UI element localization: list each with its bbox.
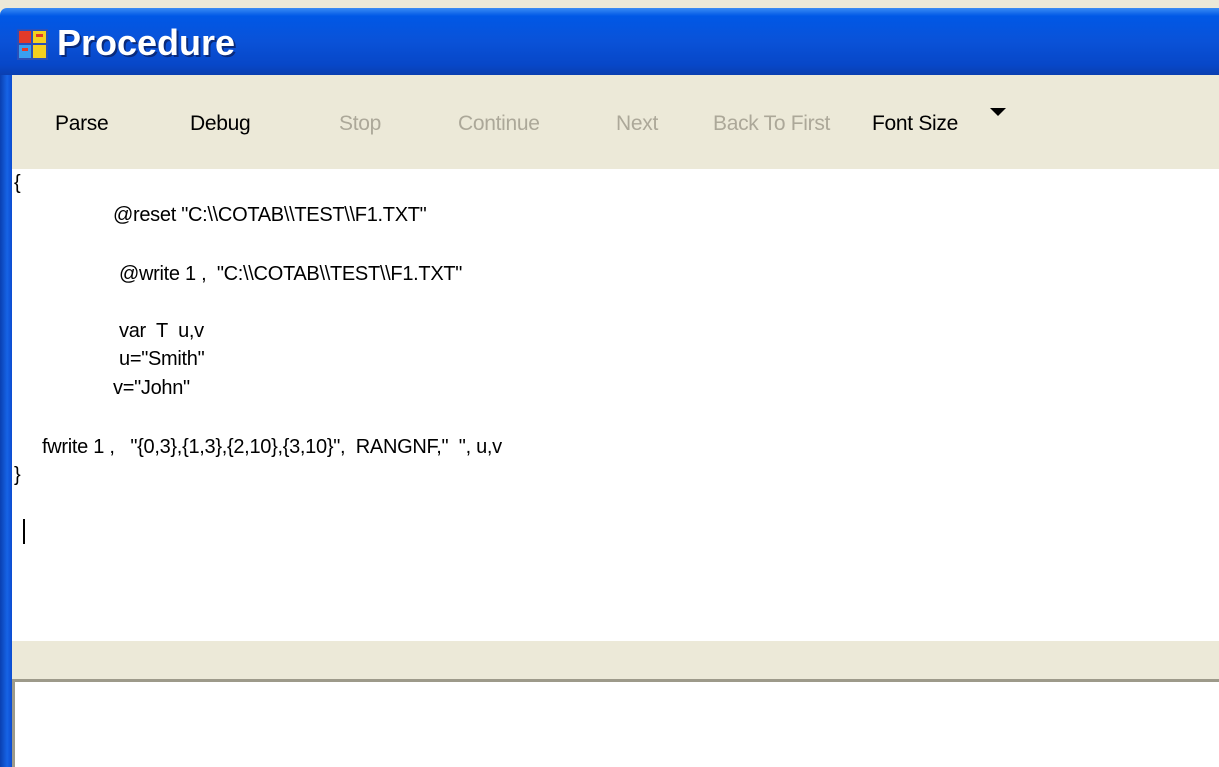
- code-line: {: [14, 172, 21, 194]
- code-line: }: [14, 464, 21, 486]
- parse-button[interactable]: Parse: [55, 112, 109, 136]
- next-button[interactable]: Next: [616, 112, 658, 136]
- output-panel[interactable]: [12, 679, 1219, 767]
- code-line: @write 1 , "C:\\COTAB\\TEST\\F1.TXT": [119, 263, 463, 285]
- window-left-border: [0, 75, 12, 767]
- code-line: v="John": [113, 377, 190, 399]
- code-line: u="Smith": [119, 348, 205, 370]
- text-caret: [23, 519, 25, 544]
- code-line: var T u,v: [119, 320, 204, 342]
- toolbar: Parse Debug Stop Continue Next Back To F…: [12, 75, 1219, 169]
- chevron-down-icon[interactable]: [990, 108, 1006, 116]
- continue-button[interactable]: Continue: [458, 112, 540, 136]
- font-size-menu[interactable]: Font Size: [872, 112, 958, 136]
- stop-button[interactable]: Stop: [339, 112, 381, 136]
- code-line: fwrite 1 , "{0,3},{1,3},{2,10},{3,10}", …: [42, 436, 502, 458]
- panel-splitter[interactable]: [12, 641, 1219, 679]
- procedure-window: Procedure Parse Debug Stop Continue Next…: [0, 0, 1219, 767]
- code-line: @reset "C:\\COTAB\\TEST\\F1.TXT": [113, 204, 427, 226]
- procedure-app-icon: [17, 29, 48, 60]
- debug-button[interactable]: Debug: [190, 112, 251, 136]
- title-bar[interactable]: Procedure: [0, 8, 1219, 75]
- code-editor[interactable]: { @reset "C:\\COTAB\\TEST\\F1.TXT" @writ…: [12, 169, 1219, 641]
- back-to-first-button[interactable]: Back To First: [713, 112, 830, 136]
- window-title: Procedure: [57, 22, 236, 63]
